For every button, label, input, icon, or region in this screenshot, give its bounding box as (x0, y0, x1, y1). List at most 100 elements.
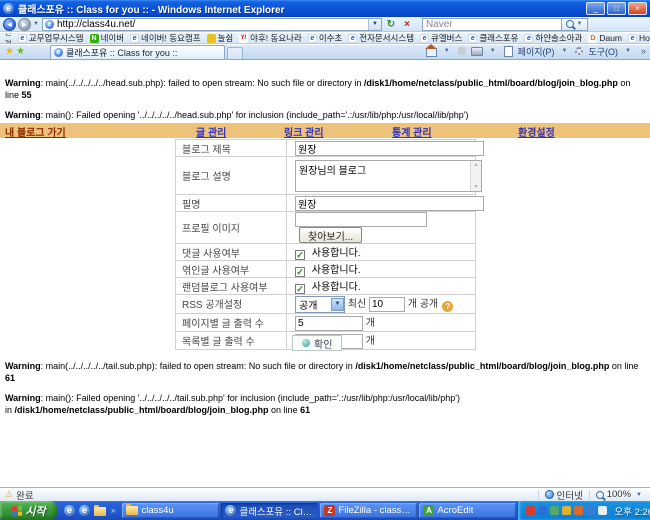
favorites-icon[interactable]: ★ (5, 46, 14, 58)
blog-title-input[interactable] (295, 141, 484, 156)
taskbar-button-acroedit[interactable]: AAcroEdit (419, 503, 516, 518)
rss-visibility-select[interactable]: 공개▼ (295, 296, 345, 313)
trackback-enabled-checkbox[interactable]: ✓ (295, 267, 305, 277)
e-icon: e (348, 34, 357, 43)
address-bar: ◄ ► ▼ e http://class4u.net/ ▼ ↻ × Naver … (0, 17, 650, 32)
links-bar-item[interactable]: e교무업무시스템 (18, 33, 84, 44)
posts-per-page-input[interactable] (295, 316, 363, 331)
help-icon[interactable]: ? (442, 301, 453, 312)
tray-icon[interactable] (526, 506, 535, 515)
address-dropdown-icon[interactable]: ▼ (368, 19, 381, 30)
menu-item-settings[interactable]: 환경설정 (518, 124, 555, 139)
dropdown-arrow-icon: ▼ (331, 298, 344, 311)
tray-icon[interactable] (562, 506, 571, 515)
form-field: 원장님의 블로그▲▼ (287, 157, 476, 195)
zoom-dropdown-icon[interactable]: ▼ (636, 492, 642, 498)
rss-visibility-count-input[interactable] (369, 297, 405, 312)
links-bar-item[interactable]: eHotmail (628, 33, 650, 43)
zone-text: 인터넷 (557, 488, 583, 502)
search-button[interactable]: ▼ (562, 18, 588, 31)
script-error-icon[interactable]: ⚠ (5, 489, 13, 500)
start-button[interactable]: 시작 (0, 501, 58, 520)
stop-button[interactable]: × (400, 18, 414, 31)
taskbar-button-label: FileZilla - class4u... (338, 505, 413, 516)
taskbar: 시작 e e » class4ue클래스포유 :: Clas...ZFileZi… (0, 501, 650, 520)
links-bar-item[interactable]: e전자문서시스템 (348, 33, 414, 44)
system-tray: 오후 2:26 (517, 501, 650, 520)
links-bar-item[interactable]: e클래스포유 (468, 33, 518, 44)
links-bar-item[interactable]: Y!야후! 동요나라 (239, 33, 302, 44)
minimize-button[interactable]: _ (586, 2, 605, 15)
status-separator (538, 490, 539, 500)
new-tab-button[interactable] (227, 47, 243, 59)
form-label: 블로그 설명 (176, 157, 287, 195)
links-bar-item[interactable]: e하얀솔소아과 (524, 33, 582, 44)
page-menu[interactable]: 페이지(P) (518, 45, 555, 58)
menu-item-stats-admin[interactable]: 통계 관리 (392, 124, 432, 139)
textarea-scrollbar[interactable]: ▲▼ (470, 161, 481, 191)
form-label: 필명 (176, 195, 287, 212)
tray-icon[interactable] (586, 506, 595, 515)
menu-item-my-blog[interactable]: 내 블로그 가기 (5, 124, 66, 139)
form-label: 목록별 글 출력 수 (176, 331, 287, 349)
home-icon[interactable] (426, 48, 437, 57)
quick-launch-folder-icon[interactable] (94, 507, 106, 516)
quick-launch-ie-icon[interactable]: e (64, 505, 75, 516)
taskbar-button-filezilla[interactable]: ZFileZilla - class4u... (320, 503, 417, 518)
zoom-control[interactable]: 100% ▼ (596, 489, 645, 500)
page-icon: e (45, 20, 54, 29)
tray-icon[interactable] (598, 506, 607, 515)
maximize-button[interactable]: □ (607, 2, 626, 15)
scroll-up-icon[interactable]: ▲ (474, 162, 479, 168)
address-field[interactable]: e http://class4u.net/ ▼ (42, 18, 382, 31)
confirm-button[interactable]: 확인 (292, 335, 342, 351)
gear-icon (575, 47, 583, 55)
quick-launch-more-icon[interactable]: » (111, 506, 115, 515)
tray-icon[interactable] (574, 506, 583, 515)
links-bar-item[interactable]: e이수초 (308, 33, 342, 44)
search-input[interactable]: Naver (422, 18, 562, 31)
links-bar-item-label: Hotmail (639, 33, 650, 43)
links-bar-item[interactable]: DDaum (588, 33, 622, 43)
forward-button[interactable]: ► (18, 18, 31, 31)
tools-menu[interactable]: 도구(O) (588, 45, 618, 58)
form-field: ✓ 사용합니다. (287, 278, 476, 295)
yellow-icon (207, 34, 216, 43)
taskbar-button-label: 클래스포유 :: Clas... (239, 504, 314, 518)
php-warning: Warning: main(../../../../../head.sub.ph… (5, 78, 645, 101)
zoom-icon (596, 491, 604, 499)
tray-icon[interactable] (538, 506, 547, 515)
quick-launch-browser-icon[interactable]: e (79, 505, 90, 516)
tab-title: 클래스포유 :: Class for you :: (66, 46, 177, 59)
links-bar-item[interactable]: e큐엘버스 (420, 33, 462, 44)
taskbar-button-folder[interactable]: class4u (122, 503, 219, 518)
print-icon[interactable] (471, 47, 483, 56)
random-blog-enabled-checkbox[interactable]: ✓ (295, 284, 305, 294)
selected-option: 공개 (299, 297, 329, 312)
links-bar-item[interactable]: e네이버! 동요캠프 (130, 33, 200, 44)
scroll-down-icon[interactable]: ▼ (474, 184, 479, 190)
profile-image-input[interactable] (295, 212, 427, 227)
pen-name-input[interactable] (295, 196, 484, 211)
status-done-text: 완료 (16, 488, 33, 502)
close-button[interactable]: × (628, 2, 647, 15)
window-title: 클래스포유 :: Class for you :: - Windows Inte… (18, 1, 584, 16)
history-dropdown-icon[interactable]: ▼ (33, 21, 39, 27)
feeds-icon[interactable] (458, 47, 466, 55)
start-button-label: 시작 (25, 503, 45, 519)
taskbar-button-ie[interactable]: e클래스포유 :: Clas... (221, 503, 318, 518)
tray-icon[interactable] (550, 506, 559, 515)
refresh-button[interactable]: ↻ (384, 18, 398, 31)
links-bar-item[interactable]: N네이버 (90, 33, 124, 44)
links-bar-item-label: 네이버 (101, 33, 124, 44)
links-bar-item[interactable]: 놀쉼 (207, 33, 234, 44)
back-button[interactable]: ◄ (3, 18, 16, 31)
menu-item-post-admin[interactable]: 글 관리 (196, 124, 226, 139)
add-favorite-icon[interactable]: ★ (16, 46, 25, 58)
comments-enabled-checkbox[interactable]: ✓ (295, 250, 305, 260)
more-commands-icon[interactable]: » (641, 46, 646, 56)
menu-item-link-admin[interactable]: 링크 관리 (284, 124, 324, 139)
tab-active[interactable]: e 클래스포유 :: Class for you :: (50, 45, 225, 59)
profile-image-browse-button[interactable]: 찾아보기... (299, 227, 362, 243)
blog-description-textarea[interactable]: 원장님의 블로그▲▼ (295, 160, 482, 192)
